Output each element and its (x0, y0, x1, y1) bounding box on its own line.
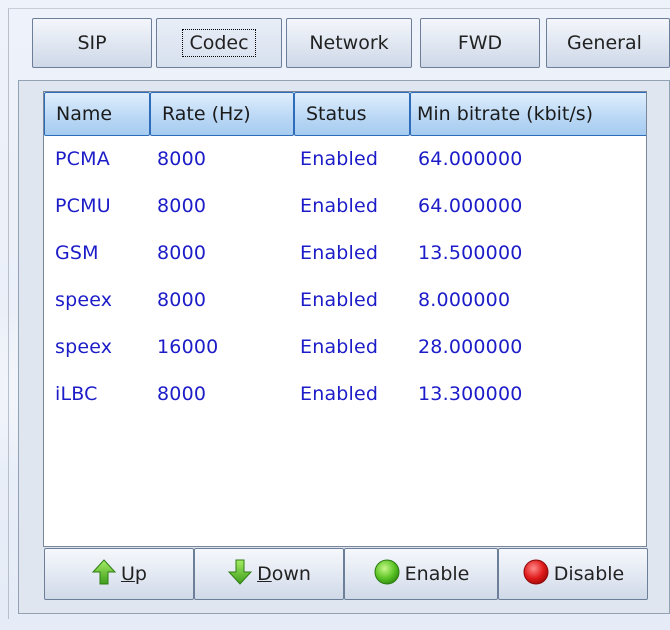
codec-status: Enabled (300, 148, 379, 170)
move-up-label: Up (121, 563, 147, 585)
codec-rate: 8000 (157, 242, 207, 264)
codec-table-body: PCMA 8000 Enabled 64.000000 PCMU 8000 En… (44, 136, 646, 418)
codec-status: Enabled (300, 336, 379, 358)
codec-min-bitrate: 13.500000 (418, 242, 523, 264)
tab-label: SIP (77, 32, 107, 54)
codec-table-header: Name Rate (Hz) Status Min bitrate (kbit/… (44, 92, 646, 136)
codec-name: PCMU (55, 195, 111, 217)
green-down-arrow-icon (227, 558, 253, 591)
codec-list[interactable]: Name Rate (Hz) Status Min bitrate (kbit/… (43, 91, 647, 547)
codec-min-bitrate: 8.000000 (418, 289, 511, 311)
move-down-button[interactable]: Down (194, 548, 344, 600)
codec-rate: 8000 (157, 148, 207, 170)
codec-status: Enabled (300, 242, 379, 264)
disable-button[interactable]: Disable (498, 548, 648, 600)
table-row[interactable]: PCMU 8000 Enabled 64.000000 (44, 183, 646, 230)
codec-status: Enabled (300, 383, 379, 405)
codec-rate: 8000 (157, 383, 207, 405)
table-row[interactable]: speex 8000 Enabled 8.000000 (44, 277, 646, 324)
codec-button-bar: Up Down Enable Disable (44, 548, 648, 600)
enable-button[interactable]: Enable (344, 548, 498, 600)
move-up-button[interactable]: Up (44, 548, 194, 600)
column-header-label: Status (306, 103, 367, 125)
tab-label: General (567, 32, 642, 54)
column-header-min-bitrate[interactable]: Min bitrate (kbit/s) (410, 92, 646, 136)
column-header-label: Name (56, 103, 113, 125)
codec-name: speex (55, 336, 113, 358)
codec-min-bitrate: 64.000000 (418, 148, 523, 170)
codec-min-bitrate: 13.300000 (418, 383, 523, 405)
green-circle-icon (373, 558, 401, 591)
codec-rate: 8000 (157, 195, 207, 217)
tab-network[interactable]: Network (286, 18, 412, 68)
codec-name: iLBC (55, 383, 98, 405)
codec-name: GSM (55, 242, 99, 264)
column-header-rate[interactable]: Rate (Hz) (150, 92, 294, 136)
codec-rate: 8000 (157, 289, 207, 311)
tab-general[interactable]: General (546, 18, 670, 68)
codec-name: speex (55, 289, 113, 311)
green-up-arrow-icon (91, 558, 117, 591)
tab-label: Network (309, 32, 389, 54)
table-row[interactable]: speex 16000 Enabled 28.000000 (44, 324, 646, 371)
column-header-label: Min bitrate (kbit/s) (417, 103, 594, 125)
codec-rate: 16000 (157, 336, 219, 358)
tab-sip[interactable]: SIP (32, 18, 152, 68)
column-header-name[interactable]: Name (44, 92, 150, 136)
tab-fwd[interactable]: FWD (420, 18, 540, 68)
codec-name: PCMA (55, 148, 110, 170)
move-down-label: Down (257, 563, 311, 585)
tab-label: FWD (457, 32, 503, 54)
codec-min-bitrate: 64.000000 (418, 195, 523, 217)
disable-label: Disable (553, 563, 625, 585)
table-row[interactable]: GSM 8000 Enabled 13.500000 (44, 230, 646, 277)
enable-label: Enable (404, 563, 470, 585)
codec-status: Enabled (300, 195, 379, 217)
column-header-status[interactable]: Status (294, 92, 410, 136)
tab-bar: SIP Codec Network FWD General (22, 18, 670, 68)
table-row[interactable]: iLBC 8000 Enabled 13.300000 (44, 371, 646, 418)
tab-codec[interactable]: Codec (156, 18, 282, 68)
column-header-label: Rate (Hz) (162, 103, 251, 125)
tab-label: Codec (182, 29, 256, 57)
table-row[interactable]: PCMA 8000 Enabled 64.000000 (44, 136, 646, 183)
red-circle-icon (522, 558, 550, 591)
codec-status: Enabled (300, 289, 379, 311)
codec-min-bitrate: 28.000000 (418, 336, 523, 358)
